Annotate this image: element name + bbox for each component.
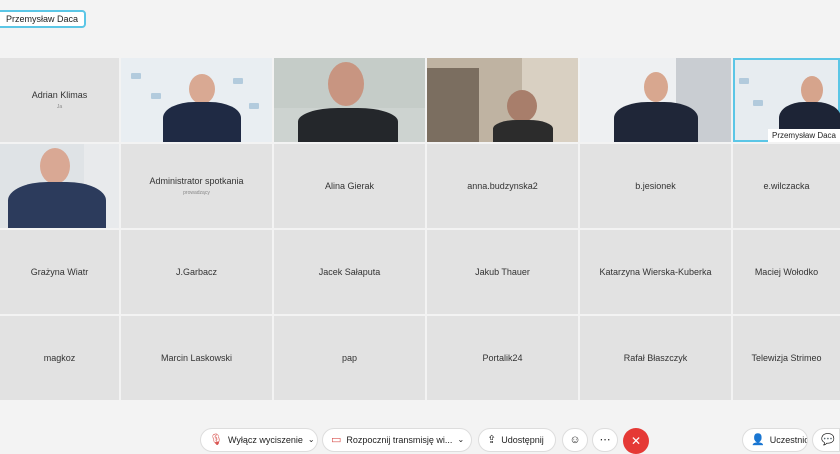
end-call-button[interactable]: ✕	[623, 428, 649, 454]
chevron-down-icon: ⌄	[457, 435, 465, 444]
person-icon: 👤	[751, 433, 765, 446]
participant-role: prowadzący	[183, 190, 210, 196]
mic-icon: 🎙	[209, 433, 223, 446]
close-icon: ✕	[630, 434, 642, 448]
chat-icon: 💬	[821, 433, 835, 446]
participant-video-tile[interactable]	[121, 58, 272, 142]
participant-name: Maciej Wołodko	[754, 267, 819, 277]
participant-tile[interactable]: Grażyna Wiatr	[0, 230, 119, 314]
participant-name: Telewizja Strimeo	[751, 353, 822, 363]
video-feed	[427, 58, 578, 142]
participant-tile[interactable]: J.Garbacz	[121, 230, 272, 314]
chevron-down-icon: ⌄	[307, 435, 315, 444]
participant-tile[interactable]: Alina Gierak	[274, 144, 425, 228]
participant-tile[interactable]: Maciej Wołodko	[733, 230, 840, 314]
participant-tile[interactable]: Portalik24	[427, 316, 578, 400]
participant-name: Marcin Laskowski	[160, 353, 233, 363]
video-feed	[0, 144, 119, 228]
participant-tile[interactable]: magkoz	[0, 316, 119, 400]
more-button[interactable]: ⋯	[592, 428, 618, 452]
participant-tile[interactable]: Katarzyna Wierska-Kuberka	[580, 230, 731, 314]
participant-tile[interactable]: Rafał Błaszczyk	[580, 316, 731, 400]
participant-name-label: Przemysław Daca	[767, 129, 840, 142]
participant-name: b.jesionek	[635, 181, 676, 191]
participant-name: Portalik24	[482, 353, 523, 363]
more-icon: ⋯	[599, 433, 611, 446]
participant-name: Grażyna Wiatr	[30, 267, 89, 277]
participant-tile[interactable]: e.wilczacka	[733, 144, 840, 228]
active-speaker-chip: Przemysław Daca	[0, 10, 87, 28]
start-stream-label: Rozpocznij transmisję wi...	[346, 435, 453, 445]
participants-button[interactable]: 👤 Uczestnicy	[742, 428, 808, 452]
participant-name: J.Garbacz	[175, 267, 217, 277]
video-feed	[580, 58, 731, 142]
participant-tile[interactable]: Jacek Sałaputa	[274, 230, 425, 314]
unmute-label: Wyłącz wyciszenie	[227, 435, 303, 445]
video-feed	[274, 58, 425, 142]
participant-name: Adrian Klimas	[31, 90, 88, 100]
participant-name: magkoz	[43, 353, 76, 363]
participant-name: pap	[341, 353, 358, 363]
share-label: Udostępnij	[501, 435, 544, 445]
participant-name: Rafał Błaszczyk	[623, 353, 688, 363]
participant-name: Administrator spotkania	[149, 176, 244, 186]
participant-video-tile[interactable]	[274, 58, 425, 142]
participant-name: Jakub Thauer	[475, 267, 530, 277]
participant-video-tile[interactable]	[0, 144, 119, 228]
participant-name: anna.budzynska2	[467, 181, 538, 191]
smiley-icon: ☺	[569, 433, 581, 446]
participant-name: Alina Gierak	[324, 181, 375, 191]
participant-video-tile[interactable]	[580, 58, 731, 142]
share-button[interactable]: ⇪ Udostępnij	[478, 428, 556, 452]
participant-tile[interactable]: pap	[274, 316, 425, 400]
start-stream-button[interactable]: ▭ Rozpocznij transmisję wi... ⌄	[322, 428, 472, 452]
participant-tile[interactable]: Adrian Klimas Ja	[0, 58, 119, 142]
participant-video-tile[interactable]	[427, 58, 578, 142]
participant-tile[interactable]: b.jesionek	[580, 144, 731, 228]
video-feed	[121, 58, 272, 142]
participant-name: e.wilczacka	[763, 181, 810, 191]
participants-label: Uczestnicy	[769, 435, 807, 445]
participant-name: Jacek Sałaputa	[318, 267, 381, 277]
participant-tile[interactable]: Jakub Thauer	[427, 230, 578, 314]
participant-video-tile-active[interactable]: Przemysław Daca	[733, 58, 840, 142]
participant-tile[interactable]: Marcin Laskowski	[121, 316, 272, 400]
participant-name: Katarzyna Wierska-Kuberka	[599, 267, 712, 277]
reactions-button[interactable]: ☺	[562, 428, 588, 452]
meeting-toolbar: 🎙 Wyłącz wyciszenie ⌄ ▭ Rozpocznij trans…	[0, 426, 840, 454]
participant-tile[interactable]: anna.budzynska2	[427, 144, 578, 228]
participant-tile[interactable]: Telewizja Strimeo	[733, 316, 840, 400]
participant-tile[interactable]: Administrator spotkania prowadzący	[121, 144, 272, 228]
chat-button[interactable]: 💬 Cz	[812, 428, 840, 452]
video-camera-icon: ▭	[331, 433, 342, 446]
unmute-button[interactable]: 🎙 Wyłącz wyciszenie ⌄	[200, 428, 318, 452]
participant-role: Ja	[56, 104, 63, 110]
share-icon: ⇪	[487, 433, 497, 446]
